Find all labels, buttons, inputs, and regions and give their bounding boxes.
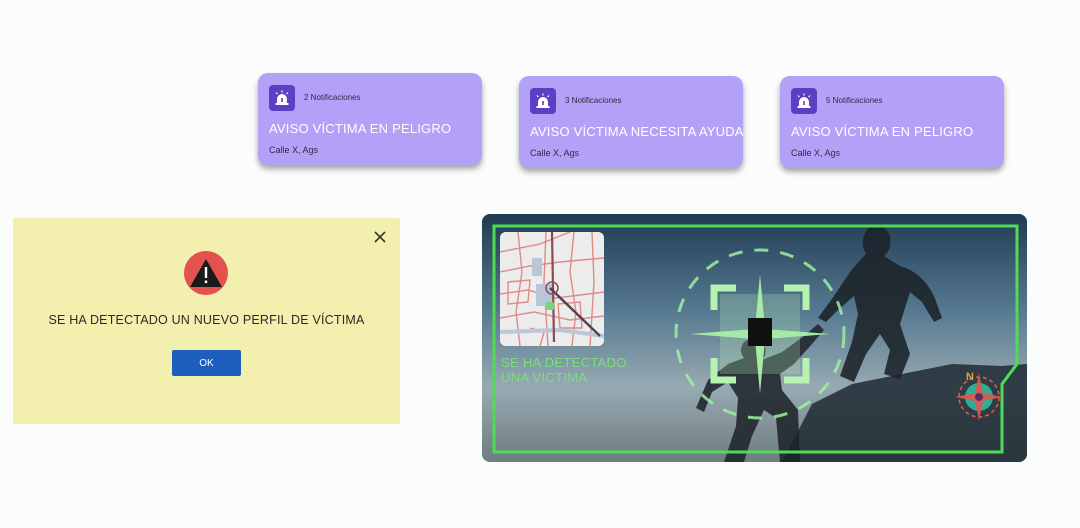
notification-location: Calle X, Ags bbox=[530, 148, 580, 158]
detection-label: SE HA DETECTADO UNA VICTIMA bbox=[501, 355, 651, 385]
ok-button[interactable]: OK bbox=[172, 350, 241, 376]
notification-count: 5 Notificaciones bbox=[826, 96, 883, 105]
notification-count: 2 Notificaciones bbox=[304, 93, 361, 102]
target-reticle-icon bbox=[674, 248, 846, 420]
detection-line-1: SE HA DETECTADO bbox=[501, 355, 627, 370]
notification-title: AVISO VÍCTIMA EN PELIGRO bbox=[269, 121, 452, 136]
warning-icon bbox=[184, 251, 228, 295]
notification-location: Calle X, Ags bbox=[269, 145, 319, 155]
notification-count: 3 Notificaciones bbox=[565, 96, 622, 105]
detection-line-2: UNA VICTIMA bbox=[501, 370, 588, 385]
notification-location: Calle X, Ags bbox=[791, 148, 841, 158]
alarm-siren-icon bbox=[530, 87, 556, 114]
notification-card-1[interactable]: 2 Notificaciones AVISO VÍCTIMA EN PELIGR… bbox=[258, 73, 482, 165]
victim-alert-dialog: SE HA DETECTADO UN NUEVO PERFIL DE VÍCTI… bbox=[13, 218, 400, 424]
compass-north-label: N bbox=[966, 371, 974, 383]
dialog-message: SE HA DETECTADO UN NUEVO PERFIL DE VÍCTI… bbox=[48, 313, 365, 327]
map-thumbnail bbox=[500, 232, 604, 346]
notification-title: AVISO VÍCTIMA EN PELIGRO bbox=[791, 124, 974, 139]
close-icon[interactable] bbox=[372, 229, 388, 245]
notification-card-3[interactable]: 5 Notificaciones AVISO VÍCTIMA EN PELIGR… bbox=[780, 76, 1004, 168]
notification-card-2[interactable]: 3 Notificaciones AVISO VÍCTIMA NECESITA … bbox=[519, 76, 743, 168]
alarm-siren-icon bbox=[269, 84, 295, 111]
alarm-siren-icon bbox=[791, 87, 817, 114]
victim-detection-panel: N SE HA DETECTADO UNA VICTIMA bbox=[482, 214, 1027, 462]
notification-title: AVISO VÍCTIMA NECESITA AYUDA bbox=[530, 124, 744, 139]
